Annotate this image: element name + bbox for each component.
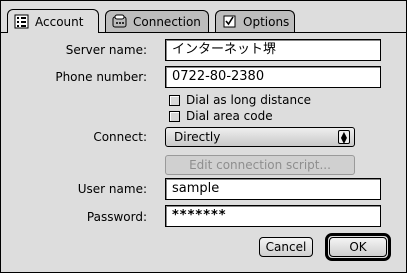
dial-long-distance-checkbox[interactable]: Dial as long distance [169,93,311,107]
tab-label: Connection [133,14,201,29]
tab-options[interactable]: Options [215,10,295,32]
checkbox-square [169,110,180,122]
account-icon [14,14,29,29]
connect-dropdown[interactable]: Directly ▲ ▼ [165,127,355,147]
server-name-label: Server name: [65,43,147,57]
tab-account[interactable]: Account [7,9,99,33]
checkbox-label: Dial area code [186,109,273,123]
connect-value: Directly [174,130,221,144]
tab-connection[interactable]: Connection [105,10,209,32]
password-input[interactable]: ******* [165,205,381,227]
user-name-input[interactable]: sample [165,178,381,200]
server-name-input[interactable]: インターネット堺 [165,39,381,61]
connection-icon [112,14,127,29]
phone-number-input[interactable]: 0722-80-2380 [165,66,381,88]
ok-button[interactable]: OK [329,237,387,257]
settings-dialog: Account Connection Options Server name: … [0,0,407,273]
dial-area-code-checkbox[interactable]: Dial area code [169,109,273,123]
connect-label: Connect: [93,130,147,144]
password-label: Password: [86,210,147,224]
updown-arrows-icon: ▲ ▼ [338,130,350,145]
checkbox-label: Dial as long distance [186,93,312,107]
phone-number-label: Phone number: [55,70,147,84]
checkbox-square [169,94,180,106]
tab-label: Account [35,14,84,29]
tab-label: Options [243,14,290,29]
edit-connection-script-button[interactable]: Edit connection script... [165,155,355,175]
cancel-button[interactable]: Cancel [259,237,313,257]
checkbox-icon [222,14,237,29]
user-name-label: User name: [77,182,147,196]
